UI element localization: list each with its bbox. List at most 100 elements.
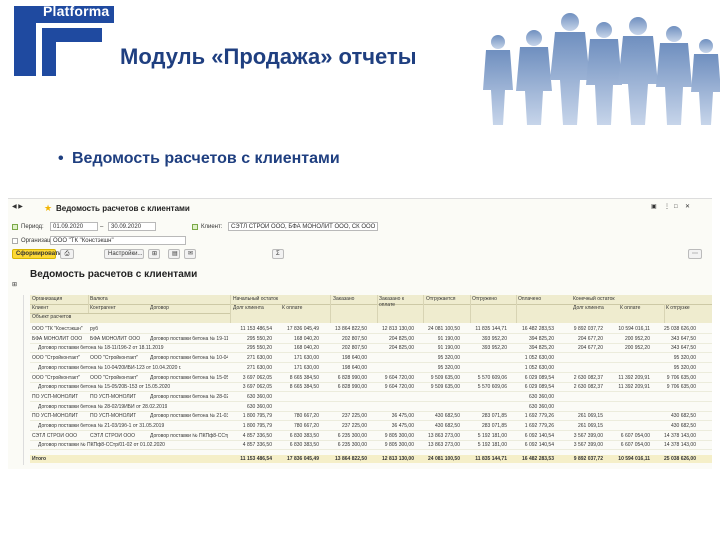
row-value: 2 630 082,37	[573, 384, 603, 390]
row-value: 295 550,20	[246, 345, 272, 351]
table-row[interactable]: Договор поставки бетона № 21-03/19б-1 от…	[30, 422, 712, 430]
row-value: 3 567 399,00	[573, 442, 603, 448]
row-value: 283 071,85	[481, 423, 507, 429]
row-value: 204 825,00	[388, 345, 414, 351]
table-row[interactable]: СЭТЛ СТРОЙ ООО СЭТЛ СТРОЙ ООО Договор пост…	[30, 432, 712, 440]
expand-icon[interactable]: ⊞	[148, 249, 160, 259]
group-toggle-icon[interactable]: ⊞	[12, 282, 17, 289]
client-checkbox[interactable]	[192, 224, 198, 230]
row-contractor: ООО "Стройконтакт"	[90, 355, 139, 361]
row-value: 630 360,00	[246, 394, 272, 400]
row-contractor: ООО "Стройконтакт"	[90, 375, 139, 381]
col-end-debt: Долг клиента	[573, 305, 604, 311]
row-contract: Договор поставки бетона № 15-05/20Б-153 …	[150, 375, 228, 381]
row-value: 9 892 037,72	[573, 326, 603, 332]
row-value: 95 320,00	[673, 365, 696, 371]
row-value: 430 682,50	[434, 413, 460, 419]
table-row[interactable]: ООО "ТК "Констэкшн" руб 11 153 486,54 17 83…	[30, 325, 712, 333]
row-value: 295 550,20	[246, 336, 272, 342]
col-contract: Договор	[150, 305, 169, 311]
org-input[interactable]: ООО "ТК "Констэкшн"	[50, 236, 186, 245]
row-value: 202 807,50	[341, 345, 367, 351]
row-value: 780 667,20	[293, 413, 319, 419]
row-value: 6 029 089,54	[524, 375, 554, 381]
row-value: 171 630,00	[293, 365, 319, 371]
totals-row: Итого 11 153 486,54 17 836 045,49 13 864 8…	[30, 455, 712, 463]
row-value: 11 153 486,54	[240, 326, 272, 332]
table-row[interactable]: ПО УСП-МОНОЛИТ ПО УСП-МОНОЛИТ Договор пост…	[30, 412, 712, 420]
nav-back-icon[interactable]: ◀ ▶	[12, 204, 23, 211]
table-row[interactable]: Договор поставки бетона № 15-05/20Б-153 …	[30, 383, 712, 391]
row-value: 168 040,20	[293, 345, 319, 351]
row-contract: Договор поставки бетона № 19-11/18б-2 от…	[150, 336, 228, 342]
col-dispatched: Отгружено	[472, 296, 497, 302]
window-link-icon[interactable]: ▣	[651, 204, 657, 211]
row-value: 91 190,00	[437, 345, 460, 351]
email-icon[interactable]: ✉	[184, 249, 196, 259]
window-menu-icon[interactable]: ⋮	[664, 204, 670, 211]
period-from-input[interactable]: 01.09.2020	[50, 222, 98, 231]
table-row[interactable]: ООО "Стройконтакт" ООО "Стройконтакт" Дого…	[30, 354, 712, 362]
slide-title: Модуль «Продажа» отчеты	[120, 44, 417, 69]
col-shipped: Отгружается	[426, 296, 456, 302]
table-row[interactable]: Договор поставки № ПКПф8-ССтр/01-02 от 0…	[30, 441, 712, 449]
row-value: 4 857 336,50	[242, 433, 272, 439]
generate-button[interactable]: Сформировать	[12, 249, 62, 259]
favorite-star-icon[interactable]: ★	[44, 203, 52, 214]
period-to-input[interactable]: 30.09.2020	[108, 222, 156, 231]
table-row[interactable]: ПО УСП-МОНОЛИТ ПО УСП-МОНОЛИТ Договор пост…	[30, 393, 712, 401]
client-input[interactable]: СЭТЛ СТРОЙ ООО, БФА МОНОЛИТ ООО, СК ООО …	[228, 222, 378, 231]
row-value: 9 706 635,00	[666, 384, 696, 390]
row-value: 394 825,20	[528, 336, 554, 342]
row-value: 13 863 273,00	[428, 442, 460, 448]
row-value: 4 857 336,50	[242, 442, 272, 448]
window-close-icon[interactable]: ✕	[685, 204, 690, 211]
window-maximize-icon[interactable]: □	[674, 204, 678, 211]
row-value: 6 092 140,54	[524, 433, 554, 439]
row-value: 1 692 779,26	[524, 413, 554, 419]
row-value: 200 952,20	[624, 345, 650, 351]
col-to-pay: Заказано к оплате	[379, 296, 405, 308]
row-value: 198 640,00	[341, 355, 367, 361]
table-row[interactable]: ООО "Стройконтакт" ООО "Стройконтакт" Дого…	[30, 374, 712, 382]
save-icon[interactable]: ▤	[168, 249, 180, 259]
settings-button[interactable]: Настройки...	[104, 249, 144, 259]
sum-icon[interactable]: Σ	[272, 249, 284, 259]
row-value: 11 392 209,91	[618, 375, 650, 381]
org-checkbox[interactable]	[12, 238, 18, 244]
table-row[interactable]: Договор поставки бетона № 18-11/19б-2 от…	[30, 344, 712, 352]
total-value: 11 153 486,54	[240, 456, 272, 462]
row-value: 9 604 720,00	[384, 384, 414, 390]
total-value: 12 813 130,00	[382, 456, 414, 462]
row-label: Договор поставки бетона № 18-11/19б-2 от…	[38, 345, 164, 351]
row-value: 630 360,00	[246, 404, 272, 410]
table-row[interactable]: Договор поставки бетона № 10-04/20ИБИ-12…	[30, 364, 712, 372]
table-row[interactable]: БФА МОНОЛИТ ООО БФА МОНОЛИТ ООО Договор по…	[30, 335, 712, 343]
row-value: 204 825,00	[388, 336, 414, 342]
row-value: 5 192 181,00	[477, 442, 507, 448]
total-value: 11 835 144,71	[475, 456, 507, 462]
logo-text: Platforma	[43, 3, 110, 19]
period-checkbox[interactable]	[12, 224, 18, 230]
row-divider	[30, 430, 712, 431]
client-label: Клиент:	[201, 224, 223, 230]
row-value: 780 667,20	[293, 423, 319, 429]
row-group-gutter	[10, 295, 24, 465]
row-divider	[30, 420, 712, 421]
col-org: Организация	[32, 296, 63, 302]
row-label: Договор поставки бетона № 28-02/19ИБИ от…	[38, 404, 168, 410]
row-value: 24 081 100,50	[428, 326, 460, 332]
row-value: 6 830 383,50	[289, 442, 319, 448]
row-value: 11 392 209,91	[618, 384, 650, 390]
row-value: 430 682,50	[670, 413, 696, 419]
row-value: 8 665 384,50	[289, 384, 319, 390]
print-icon[interactable]: ⎙	[60, 249, 74, 259]
more-icon[interactable]: ⋯	[688, 249, 702, 259]
table-row[interactable]: Договор поставки бетона № 28-02/19ИБИ от…	[30, 403, 712, 411]
row-label: ООО "Стройконтакт"	[32, 355, 81, 361]
row-contractor: руб	[90, 326, 99, 332]
row-value: 6 607 054,00	[620, 433, 650, 439]
row-value: 9 805 300,00	[384, 433, 414, 439]
row-value: 200 952,20	[624, 336, 650, 342]
row-value: 283 071,85	[481, 413, 507, 419]
